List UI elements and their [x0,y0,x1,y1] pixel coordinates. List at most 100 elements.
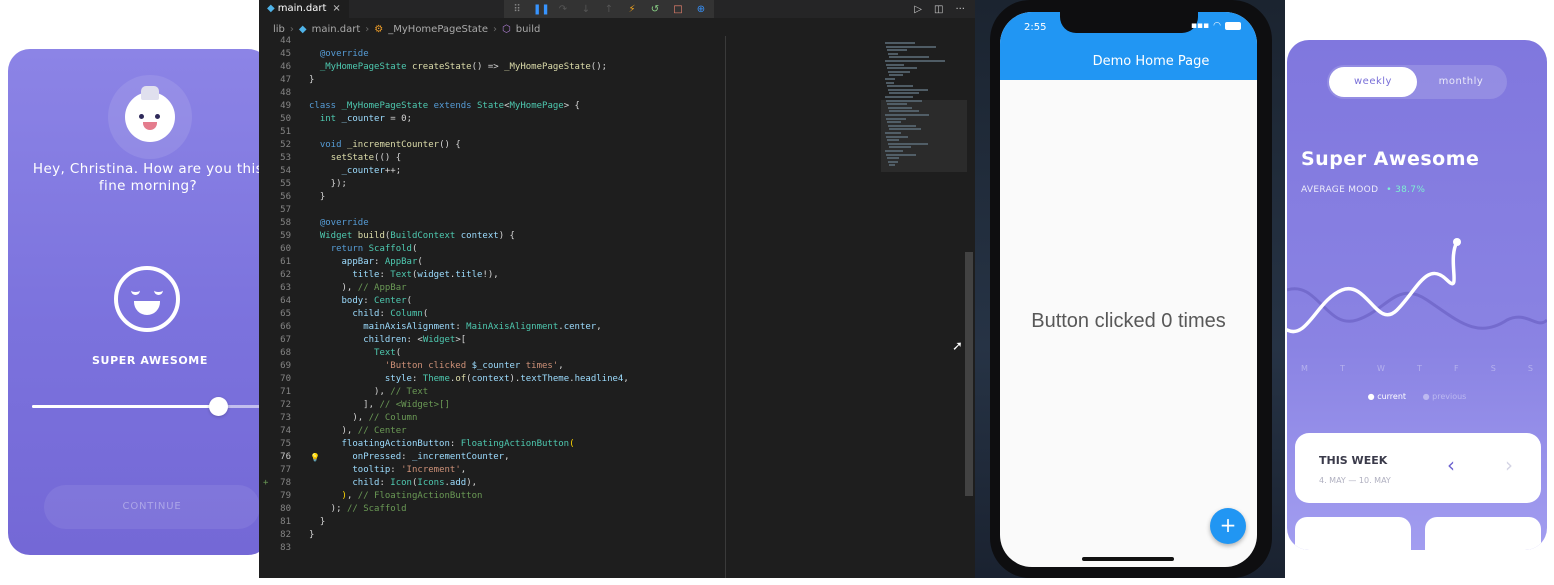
line-number: 75 [280,439,291,449]
summary-card[interactable] [1295,517,1411,550]
code-line[interactable]: 49 class _MyHomePageState extends State<M… [259,100,879,113]
code-line[interactable]: 83 [259,542,879,555]
code-line[interactable]: 48 [259,87,879,100]
code-line[interactable]: 56 } [259,191,879,204]
code-text: child: Icon(Icons.add), [352,478,478,488]
slider-thumb[interactable] [208,397,228,416]
code-line[interactable]: 72 ], // <Widget>[] [259,399,879,412]
stop-icon[interactable]: □ [671,4,685,15]
code-line[interactable]: 82} [259,529,879,542]
line-number: 67 [280,335,291,345]
inspect-icon[interactable]: ⊕ [694,4,708,15]
continue-button[interactable]: CONTINUE [44,485,260,529]
breadcrumb-class[interactable]: _MyHomePageState [388,24,488,35]
chevron-left-icon[interactable]: ‹ [1447,453,1455,477]
method-symbol-icon: ⬡ [502,23,511,35]
tab-monthly[interactable]: monthly [1417,67,1505,97]
counter-text: Button clicked 0 times [1031,310,1226,332]
code-line[interactable]: 79 ), // FloatingActionButton [259,490,879,503]
week-selector: THIS WEEK 4. MAY — 10. MAY ‹ › [1295,433,1541,503]
code-line[interactable]: 54 _counter++; [259,165,879,178]
step-out-icon[interactable]: ↑ [602,4,616,15]
code-line[interactable]: 57 [259,204,879,217]
minimap[interactable] [879,36,967,176]
breadcrumb-folder[interactable]: lib [273,24,285,35]
average-label: AVERAGE MOOD [1301,185,1379,195]
code-line[interactable]: 62 title: Text(widget.title!), [259,269,879,282]
drag-handle-icon[interactable]: ⠿ [510,4,524,15]
split-editor-icon[interactable]: ◫ [934,4,943,15]
pause-icon[interactable]: ❚❚ [533,4,550,15]
code-line[interactable]: 64 body: Center( [259,295,879,308]
minimap-line [888,70,910,73]
code-line[interactable]: 73 ), // Column [259,412,879,425]
breadcrumb-file[interactable]: main.dart [312,24,361,35]
lightbulb-icon[interactable]: 💡 [310,451,320,464]
code-text: }); [309,179,347,189]
code-line[interactable]: 46 _MyHomePageState createState() => _My… [259,61,879,74]
breadcrumb-method[interactable]: build [516,24,541,35]
code-line[interactable]: 53 setState(() { [259,152,879,165]
summary-card[interactable] [1425,517,1541,550]
code-line[interactable]: 81 } [259,516,879,529]
code-line[interactable]: 69 'Button clicked $_counter times', [259,360,879,373]
code-line[interactable]: 47} [259,74,879,87]
code-line[interactable]: 55 }); [259,178,879,191]
line-number: 76 [280,452,291,462]
minimap-line [887,157,899,160]
minimap-line [885,60,945,62]
code-area[interactable]: 44 45 @override 46 _MyHomePageState create… [259,35,879,555]
step-into-icon[interactable]: ↓ [579,4,593,15]
code-line[interactable]: 60 return Scaffold( [259,243,879,256]
status-icons: ▪▪▪ ◠ [1191,21,1241,31]
day-label: S [1490,364,1496,373]
mood-wave-graph [1287,238,1547,334]
slider-fill [32,405,218,408]
tab-weekly[interactable]: weekly [1329,67,1417,97]
minimap-line [887,67,917,70]
run-icon[interactable]: ▷ [914,4,922,15]
mouse-pointer-icon: ➚ [952,339,963,354]
code-line[interactable]: 75 floatingActionButton: FloatingActionB… [259,438,879,451]
restart-icon[interactable]: ↺ [648,4,662,15]
minimap-line [887,85,913,88]
code-line[interactable]: 50 int _counter = 0; [259,113,879,126]
close-tab-icon[interactable]: × [332,3,340,14]
code-line[interactable]: 80 ); // Scaffold [259,503,879,516]
hot-reload-icon[interactable]: ⚡ [625,4,639,15]
code-line[interactable]: 45 @override [259,48,879,61]
current-point [1453,238,1461,246]
mood-slider[interactable] [32,397,264,416]
code-line[interactable]: 70 style: Theme.of(context).textTheme.he… [259,373,879,386]
code-line[interactable]: 51 [259,126,879,139]
code-line[interactable]: 59 Widget build(BuildContext context) { [259,230,879,243]
tab-main-dart[interactable]: ◆ main.dart × [259,0,349,18]
chevron-right-icon[interactable]: › [1505,453,1513,477]
code-line[interactable]: 63 ), // AppBar [259,282,879,295]
code-line[interactable]: 52 void _incrementCounter() { [259,139,879,152]
code-line[interactable]: 67 children: <Widget>[ [259,334,879,347]
mood-label: SUPER AWESOME [92,354,208,367]
increment-fab-button[interactable]: + [1210,508,1246,544]
step-over-icon[interactable]: ↷ [556,4,570,15]
vertical-scrollbar[interactable] [965,252,973,496]
code-line[interactable]: 44 [259,35,879,48]
code-line[interactable]: 71 ), // Text [259,386,879,399]
code-line[interactable]: 65 child: Column( [259,308,879,321]
line-number: 63 [280,283,291,293]
code-line[interactable]: 74 ), // Center [259,425,879,438]
code-line[interactable]: 66 mainAxisAlignment: MainAxisAlignment.… [259,321,879,334]
more-actions-icon[interactable]: ··· [955,4,965,15]
code-line[interactable]: 61 appBar: AppBar( [259,256,879,269]
code-line[interactable]: 76 onPressed: _incrementCounter, 💡 [259,451,879,464]
code-line[interactable]: 77 tooltip: 'Increment', [259,464,879,477]
minimap-line [889,128,921,131]
code-line[interactable]: 78 child: Icon(Icons.add), + [259,477,879,490]
code-text: Text( [374,348,402,358]
legend-previous: ● previous [1422,392,1467,401]
minimap-line [888,160,898,163]
code-line[interactable]: 68 Text( [259,347,879,360]
code-line[interactable]: 58 @override [259,217,879,230]
home-indicator[interactable] [1082,557,1174,561]
code-text: } [309,517,326,527]
